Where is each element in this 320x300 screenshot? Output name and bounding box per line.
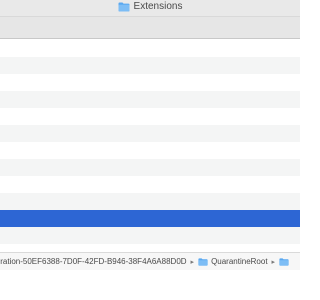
- list-row[interactable]: [0, 142, 300, 159]
- title-bar[interactable]: Extensions: [0, 0, 300, 17]
- list-row[interactable]: [0, 176, 300, 193]
- list-row[interactable]: [0, 125, 300, 142]
- folder-icon: [279, 257, 289, 266]
- list-row[interactable]: [0, 193, 300, 210]
- folder-icon: [118, 2, 130, 12]
- list-row[interactable]: [0, 227, 300, 244]
- list-row[interactable]: [0, 159, 300, 176]
- path-bar: igration-50EF6388-7D0F-42FD-B946-38F4A6A…: [0, 252, 300, 270]
- folder-icon: [198, 257, 208, 266]
- list-row[interactable]: [0, 244, 300, 252]
- breadcrumb: igration-50EF6388-7D0F-42FD-B946-38F4A6A…: [0, 257, 292, 266]
- window-title: Extensions: [118, 1, 183, 13]
- list-row[interactable]: [0, 40, 300, 57]
- toolbar: [0, 17, 300, 39]
- breadcrumb-label: QuarantineRoot: [211, 257, 268, 266]
- window-title-label: Extensions: [133, 1, 183, 12]
- breadcrumb-label: igration-50EF6388-7D0F-42FD-B946-38F4A6A…: [0, 257, 187, 266]
- list-row[interactable]: [0, 57, 300, 74]
- window-bottom: [0, 270, 300, 300]
- list-row-selected[interactable]: [0, 210, 300, 227]
- file-list[interactable]: [0, 40, 300, 252]
- finder-window: Extensions igration-50EF6388-7D0F-42FD-B…: [0, 0, 300, 300]
- list-row[interactable]: [0, 74, 300, 91]
- chevron-right-icon: ▸: [271, 258, 276, 266]
- breadcrumb-item[interactable]: igration-50EF6388-7D0F-42FD-B946-38F4A6A…: [0, 257, 187, 266]
- list-row[interactable]: [0, 108, 300, 125]
- breadcrumb-item[interactable]: QuarantineRoot: [198, 257, 268, 266]
- list-row[interactable]: [0, 91, 300, 108]
- breadcrumb-item[interactable]: [279, 257, 292, 266]
- chevron-right-icon: ▸: [190, 258, 195, 266]
